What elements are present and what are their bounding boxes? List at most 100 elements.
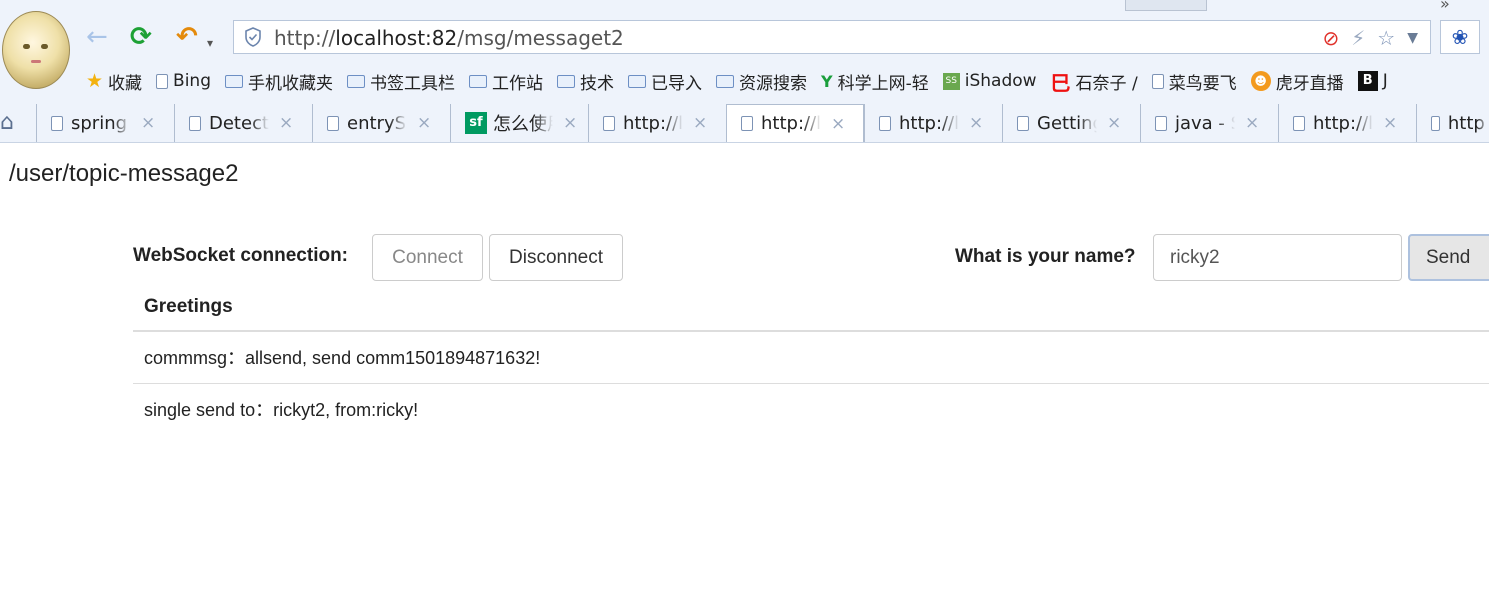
tab[interactable]: http://l × (588, 104, 726, 142)
page-icon (1431, 115, 1440, 131)
close-icon[interactable]: × (1107, 113, 1121, 133)
back-arrow-icon[interactable]: ← (86, 22, 108, 52)
greeting-row: commmsg：allsend, send comm1501894871632! (133, 332, 1489, 384)
tab[interactable]: java - S × (1140, 104, 1278, 142)
home-icon[interactable]: ⌂ (0, 110, 14, 135)
undo-dropdown-icon[interactable]: ▾ (207, 28, 213, 58)
tab[interactable]: http (1416, 104, 1489, 142)
bookmark-label: 手机收藏夹 (248, 73, 333, 94)
tab-title: Detecti (209, 112, 269, 134)
tab[interactable]: Detecti × (174, 104, 312, 142)
bookmark-label: 已导入 (651, 73, 702, 94)
close-icon[interactable]: × (1245, 113, 1259, 133)
lightning-icon[interactable]: ⚡ (1351, 25, 1365, 51)
close-icon[interactable]: × (141, 113, 155, 133)
bookmark-item[interactable]: 工作站 (469, 69, 543, 94)
close-icon[interactable]: × (831, 114, 845, 134)
bookmark-item[interactable]: 已导入 (628, 69, 702, 94)
bookmark-label: 科学上网-轻 (837, 73, 929, 94)
send-button[interactable]: Send (1408, 234, 1489, 281)
disconnect-button[interactable]: Disconnect (489, 234, 623, 281)
browser-chrome: » ← ⟳ ↶ ▾ http://localhost:82/msg/messag… (0, 0, 1489, 143)
ss-icon: SS (942, 72, 960, 90)
window-mini-control[interactable] (1125, 0, 1207, 11)
undo-icon[interactable]: ↶ (176, 22, 198, 52)
address-bar-icons: ⊘ ⚡ ☆ ▼ (1322, 25, 1418, 51)
refresh-icon[interactable]: ⟳ (130, 22, 152, 52)
tab-strip: ⌂ spring × Detecti × entrySe × sf 怎么使用 × http… (0, 104, 1489, 142)
page-icon (1151, 73, 1164, 89)
user-avatar[interactable] (2, 11, 70, 89)
bookmarks-bar: ★ 收藏 Bing 手机收藏夹 书签工具栏 工作站 技术 已导入 资源搜索 Y 科学… (86, 67, 1402, 95)
close-icon[interactable]: × (1383, 113, 1397, 133)
greeting-row: single send to：rickyt2, from:ricky! (144, 400, 419, 420)
avatar-eye (41, 44, 48, 49)
url-path: /msg/messaget2 (457, 26, 624, 50)
baidu-paw-icon[interactable]: ❀ (1440, 20, 1480, 54)
tab-title: http (1447, 112, 1485, 134)
tab[interactable]: http://l × (864, 104, 1002, 142)
chevron-down-icon[interactable]: ▼ (1407, 25, 1418, 51)
name-label: What is your name? (955, 246, 1136, 267)
tab-title: java - S (1175, 112, 1235, 134)
close-icon[interactable]: × (563, 113, 577, 133)
bookmark-item[interactable]: ★ 收藏 (86, 69, 142, 94)
url-host: localhost:82 (335, 26, 458, 50)
sf-logo-icon: sf (465, 112, 487, 134)
bookmark-item[interactable]: 菜鸟要飞 (1151, 69, 1237, 94)
bookmark-item[interactable]: Y 科学上网-轻 (821, 69, 929, 94)
address-bar[interactable]: http://localhost:82/msg/messaget2 ⊘ ⚡ ☆ … (233, 20, 1431, 54)
bookmark-item[interactable]: 书签工具栏 (347, 69, 455, 94)
close-icon[interactable]: × (417, 113, 431, 133)
close-icon[interactable]: × (693, 113, 707, 133)
shield-icon (245, 27, 261, 47)
greetings-table: Greetings commmsg：allsend, send comm1501… (133, 282, 1489, 436)
bookmark-item[interactable]: 资源搜索 (716, 69, 807, 94)
adblock-icon[interactable]: ⊘ (1322, 25, 1339, 51)
folder-icon (469, 74, 487, 88)
bookmark-item[interactable]: 技术 (557, 69, 614, 94)
connect-button[interactable]: Connect (372, 234, 483, 281)
page-icon (189, 115, 201, 131)
bookmark-item[interactable]: SS iShadow (942, 71, 1037, 91)
bookmark-item[interactable]: 巳石奈子 / (1051, 67, 1138, 96)
folder-icon (347, 74, 365, 88)
tab[interactable]: sf 怎么使用 × (450, 104, 588, 142)
folder-icon (716, 74, 734, 88)
bookmark-star-icon[interactable]: ☆ (1377, 25, 1395, 51)
bookmark-label: J (1382, 71, 1388, 91)
bookmark-item[interactable]: Bing (156, 71, 211, 91)
bookmark-label: 技术 (580, 73, 614, 94)
close-icon[interactable]: × (279, 113, 293, 133)
url-text[interactable]: http://localhost:82/msg/messaget2 (274, 21, 624, 55)
star-icon: ★ (86, 70, 104, 92)
tab[interactable]: entrySe × (312, 104, 450, 142)
bookmark-item[interactable]: BJ (1357, 71, 1388, 91)
page-title: /user/topic-message2 (9, 160, 239, 187)
tab-title: http://l (1313, 112, 1373, 134)
name-input[interactable]: ricky2 (1153, 234, 1402, 281)
tab[interactable]: Getting × (1002, 104, 1140, 142)
more-icon[interactable]: » (1440, 0, 1450, 13)
tab-title: Getting (1037, 112, 1097, 134)
bookmark-item[interactable]: 手机收藏夹 (225, 69, 333, 94)
tab-active[interactable]: http://l × (726, 104, 864, 142)
bookmark-item[interactable]: ☻ 虎牙直播 (1250, 69, 1344, 94)
url-scheme: http:// (274, 26, 336, 50)
tab[interactable]: http://l × (1278, 104, 1416, 142)
close-icon[interactable]: × (969, 113, 983, 133)
bookmark-label: 书签工具栏 (370, 73, 455, 94)
b-icon: B (1357, 71, 1378, 91)
folder-icon (557, 74, 575, 88)
greetings-header: Greetings (133, 282, 1489, 332)
tab-title: http://l (761, 113, 821, 134)
tab[interactable]: spring × (36, 104, 174, 142)
bookmark-label: 菜鸟要飞 (1168, 73, 1237, 94)
tab-title: http://l (899, 112, 959, 134)
bookmark-label: iShadow (964, 71, 1037, 91)
page-icon (879, 115, 891, 131)
page-icon (156, 73, 169, 89)
page-icon (327, 115, 339, 131)
bookmark-label: 石奈子 / (1075, 73, 1138, 94)
page-icon (603, 115, 615, 131)
